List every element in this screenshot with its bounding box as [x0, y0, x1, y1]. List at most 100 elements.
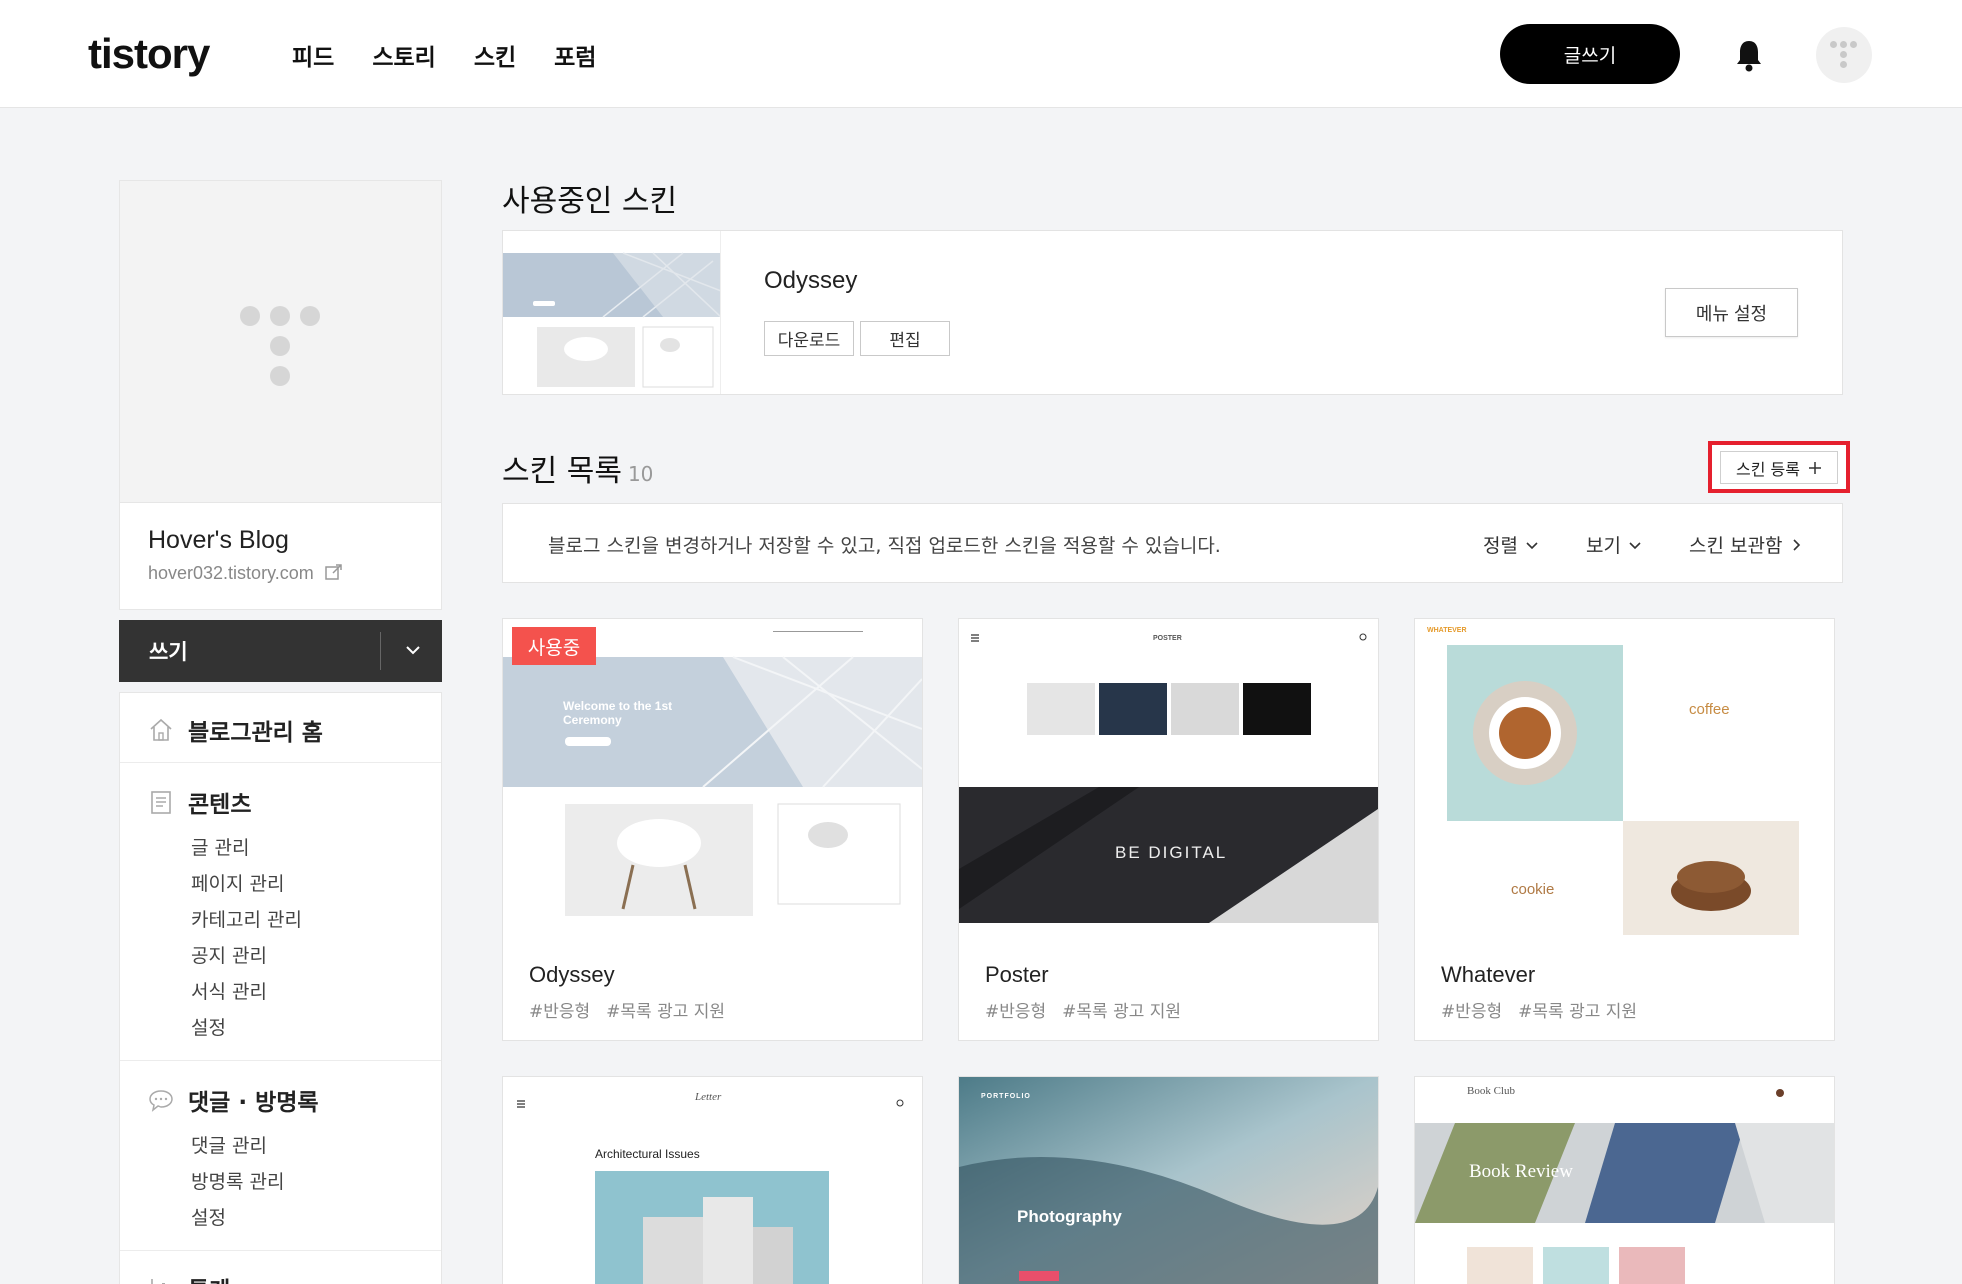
odyssey-preview: [503, 231, 720, 394]
skin-thumbnail: Welcome to the 1st Ceremony: [503, 619, 922, 935]
blog-thumbnail[interactable]: [120, 181, 441, 503]
poster-brand-text: POSTER: [1153, 635, 1182, 642]
odyssey-preview: [503, 619, 922, 935]
skin-name: Poster: [985, 962, 1049, 987]
skin-thumbnail: PORTFOLIO Photography: [959, 1077, 1378, 1284]
bar-chart-icon: [151, 1279, 165, 1284]
sidebar-item-comments[interactable]: 댓글 · 방명록: [148, 1083, 319, 1117]
sort-dropdown[interactable]: 정렬: [1483, 531, 1540, 558]
blog-url[interactable]: hover032.tistory.com: [148, 563, 343, 584]
skin-tag[interactable]: #반응형: [1441, 997, 1502, 1022]
sidebar-item-home-label: 블로그관리 홈: [188, 720, 323, 746]
skin-list-title-text: 스킨 목록: [502, 454, 622, 489]
letter-preview: [503, 1077, 922, 1284]
blog-url-text: hover032.tistory.com: [148, 563, 314, 583]
skin-tag[interactable]: #반응형: [529, 997, 590, 1022]
skin-description: 블로그 스킨을 변경하거나 저장할 수 있고, 직접 업로드한 스킨을 적용할 …: [548, 535, 1221, 557]
skin-register-label: 스킨 등록: [1736, 459, 1800, 479]
external-link-icon[interactable]: [325, 563, 343, 581]
sidebar-item-stats[interactable]: 통계: [148, 1271, 230, 1284]
skin-thumbnail: WHATEVER coffee cookie: [1415, 619, 1834, 935]
tistory-logo[interactable]: tistory: [88, 30, 210, 78]
chevron-down-icon[interactable]: [401, 638, 425, 662]
nav-forum[interactable]: 포럼: [554, 38, 596, 72]
whatever-preview: [1415, 619, 1834, 935]
sidebar-item-pages[interactable]: 페이지 관리: [191, 869, 284, 896]
view-dropdown[interactable]: 보기: [1586, 531, 1643, 558]
skin-card-whatever[interactable]: WHATEVER coffee cookie Whatever #반응형 #목록…: [1414, 618, 1835, 1041]
chevron-right-icon: [1793, 538, 1801, 551]
skin-card-bookclub[interactable]: Book Club Book Review: [1414, 1076, 1835, 1284]
skin-tag[interactable]: #목록 광고 지원: [606, 997, 725, 1022]
menu-settings-button[interactable]: 메뉴 설정: [1665, 288, 1798, 337]
sidebar-item-guestbook-manage[interactable]: 방명록 관리: [191, 1167, 284, 1194]
current-skin-card: Odyssey 다운로드 편집 메뉴 설정: [502, 230, 1843, 395]
bookclub-brand-text: Book Club: [1467, 1085, 1515, 1097]
skin-thumbnail: Letter Architectural Issues: [503, 1077, 922, 1284]
sort-label: 정렬: [1483, 535, 1518, 557]
top-bar: tistory 피드 스토리 스킨 포럼 글쓰기: [0, 0, 1962, 108]
skin-storage-label: 스킨 보관함: [1689, 535, 1783, 557]
skin-card-poster[interactable]: POSTER BE DIGITAL Poster #반응형 #목록 광고 지원: [958, 618, 1379, 1041]
skin-tag[interactable]: #목록 광고 지원: [1518, 997, 1637, 1022]
skin-list-title: 스킨 목록 10: [502, 446, 653, 490]
sidebar-item-contents[interactable]: 콘텐츠: [148, 785, 251, 819]
user-avatar[interactable]: [1816, 27, 1872, 83]
sidebar-item-posts[interactable]: 글 관리: [191, 833, 249, 860]
skin-name: Whatever: [1441, 962, 1536, 987]
chevron-down-icon: [1629, 541, 1641, 549]
edit-button[interactable]: 편집: [860, 321, 950, 356]
portfolio-hero-text: Photography: [1017, 1207, 1122, 1226]
skin-description-bar: 블로그 스킨을 변경하거나 저장할 수 있고, 직접 업로드한 스킨을 적용할 …: [502, 503, 1843, 583]
whatever-cookie-text: cookie: [1511, 881, 1555, 898]
skin-register-highlight: 스킨 등록: [1708, 441, 1850, 493]
sidebar-item-home[interactable]: 블로그관리 홈: [148, 713, 323, 747]
blog-name[interactable]: Hover's Blog: [148, 526, 289, 555]
odyssey-welcome-text: Welcome to the 1st Ceremony: [563, 699, 673, 727]
sidebar-write-button[interactable]: 쓰기: [119, 620, 442, 682]
skin-storage-link[interactable]: 스킨 보관함: [1689, 531, 1804, 558]
sidebar-item-templates[interactable]: 서식 관리: [191, 977, 267, 1004]
main-nav: 피드 스토리 스킨 포럼: [292, 38, 596, 72]
current-skin-name: Odyssey: [764, 267, 858, 294]
portfolio-preview: [959, 1077, 1378, 1284]
plus-icon: [1808, 461, 1821, 474]
nav-feed[interactable]: 피드: [292, 38, 334, 72]
letter-heading-text: Architectural Issues: [595, 1147, 700, 1161]
current-skin-thumbnail[interactable]: [503, 231, 721, 394]
skin-card-portfolio[interactable]: PORTFOLIO Photography: [958, 1076, 1379, 1284]
menu-section-home: 블로그관리 홈: [120, 693, 441, 763]
letter-brand-text: Letter: [695, 1091, 722, 1103]
sidebar-item-contents-settings[interactable]: 설정: [191, 1013, 226, 1040]
chevron-down-icon: [1526, 541, 1538, 549]
view-label: 보기: [1586, 535, 1621, 557]
skin-card-letter[interactable]: Letter Architectural Issues: [502, 1076, 923, 1284]
skin-tag[interactable]: #반응형: [985, 997, 1046, 1022]
whatever-brand-text: WHATEVER: [1427, 627, 1467, 634]
sidebar-menu: 블로그관리 홈 콘텐츠 글 관리 페이지 관리 카테고리 관리 공지 관리 서식…: [119, 692, 442, 1284]
skin-card-odyssey[interactable]: 사용중 Welcome to the 1st Ceremony Odyssey …: [502, 618, 923, 1041]
poster-hero-text: BE DIGITAL: [1115, 843, 1228, 862]
skin-tag[interactable]: #목록 광고 지원: [1062, 997, 1181, 1022]
sidebar-item-notices[interactable]: 공지 관리: [191, 941, 267, 968]
current-skin-title: 사용중인 스킨: [502, 184, 678, 219]
sidebar-item-comments-settings[interactable]: 설정: [191, 1203, 226, 1230]
sidebar-item-categories[interactable]: 카테고리 관리: [191, 905, 302, 932]
nav-skin[interactable]: 스킨: [474, 38, 516, 72]
divider: [380, 632, 381, 670]
skin-name: Odyssey: [529, 962, 615, 987]
portfolio-brand-text: PORTFOLIO: [981, 1093, 1031, 1100]
bell-icon[interactable]: [1734, 38, 1764, 72]
download-button[interactable]: 다운로드: [764, 321, 854, 356]
home-icon: [150, 718, 172, 741]
menu-section-comments: 댓글 · 방명록 댓글 관리 방명록 관리 설정: [120, 1061, 441, 1251]
sidebar-item-comment-manage[interactable]: 댓글 관리: [191, 1131, 267, 1158]
sidebar-item-stats-label: 통계: [188, 1271, 230, 1284]
nav-story[interactable]: 스토리: [372, 38, 435, 72]
in-use-badge: 사용중: [512, 627, 596, 665]
sidebar-item-contents-label: 콘텐츠: [188, 792, 252, 818]
blog-profile-card: Hover's Blog hover032.tistory.com: [119, 180, 442, 610]
write-post-button[interactable]: 글쓰기: [1500, 24, 1680, 84]
poster-preview: [959, 619, 1378, 935]
skin-register-button[interactable]: 스킨 등록: [1720, 451, 1838, 484]
